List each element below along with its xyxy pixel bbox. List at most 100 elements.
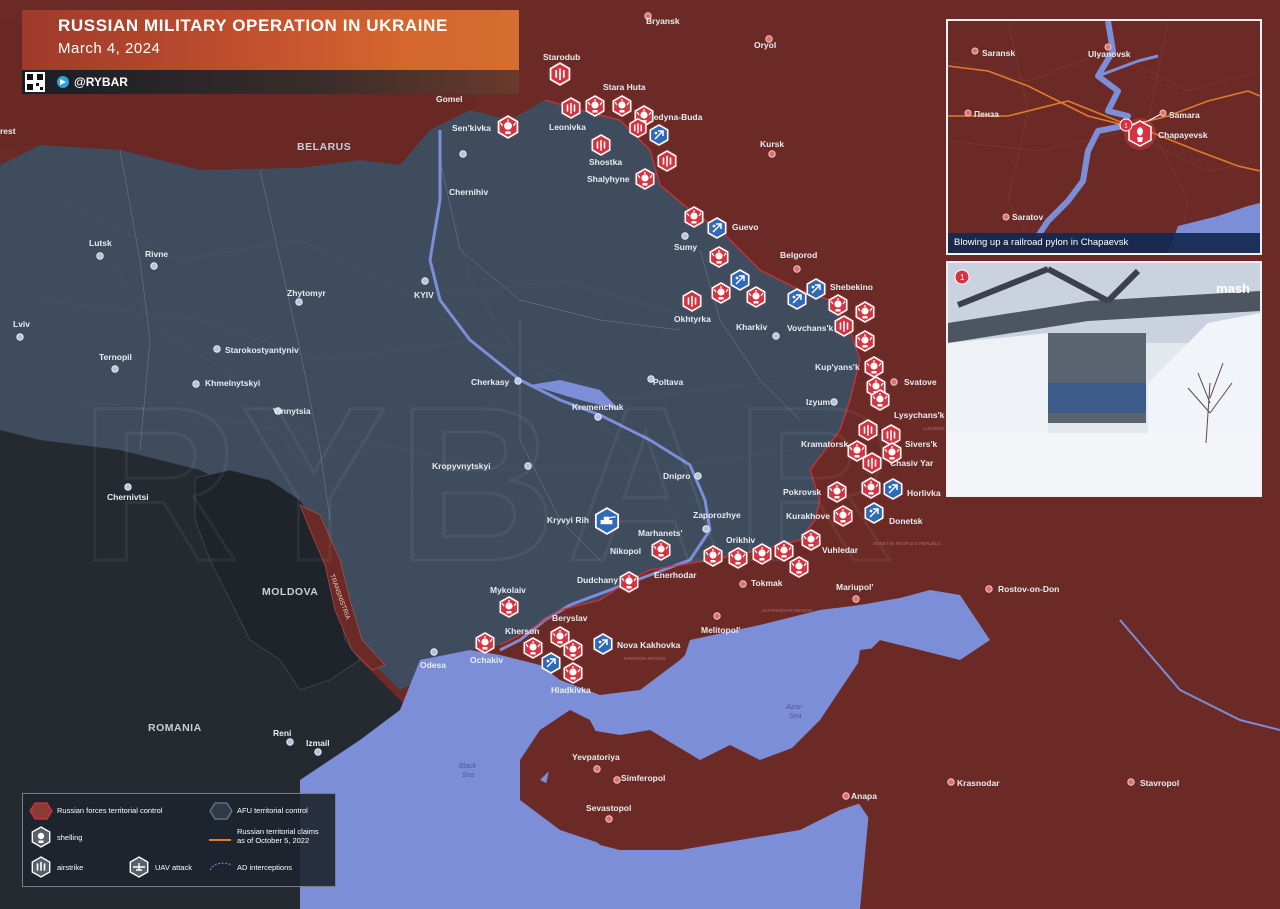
city-lutsk: Lutsk — [89, 238, 112, 248]
city-khmelnytskyi: Khmelnytskyi — [205, 378, 260, 388]
city-vuhledar: Vuhledar — [822, 545, 859, 555]
svg-text:RYBAR: RYBAR — [80, 361, 904, 607]
legend-ad: AD interceptions — [237, 863, 293, 872]
inset-city-penza: Пенза — [974, 109, 999, 119]
city-rivne: Rivne — [145, 249, 168, 259]
city-kyiv: KYIV — [414, 290, 434, 300]
marker-orikhiv-1 — [701, 544, 725, 568]
city-chernihiv: Chernihiv — [449, 187, 488, 197]
city-kupyansk: Kup'yans'k — [815, 362, 860, 372]
label-zaporozhye-region: ZAPOROZHYE REGION — [762, 608, 812, 613]
inset-city-saratov: Saratov — [1012, 212, 1043, 222]
inset-caption: Blowing up a railroad pylon in Chapaevsk — [948, 233, 1260, 253]
inset-city-ulyanovsk: Ulyanovsk — [1088, 49, 1131, 59]
legend-afu-control: AFU territorial control — [237, 806, 308, 815]
city-kropyvnytskyi: Kropyvnytskyi — [432, 461, 491, 471]
city-krasnodar: Krasnodar — [957, 778, 1000, 788]
marker-seredyna-3 — [627, 117, 649, 139]
city-izyum: Izyum — [806, 397, 831, 407]
russian-control-icon — [29, 802, 53, 820]
city-guevo: Guevo — [732, 222, 758, 232]
marker-shostka — [589, 133, 613, 157]
city-chernivtsi: Chernivtsi — [107, 492, 149, 502]
city-dnipro: Dnipro — [663, 471, 690, 481]
afu-control-icon — [209, 802, 233, 820]
city-kharkiv: Kharkiv — [736, 322, 767, 332]
city-horlivka: Horlivka — [907, 488, 941, 498]
label-dpr: DONETSK PEOPLE'S REPUBLIC — [873, 541, 942, 546]
label-kherson-region: KHERSON REGION — [624, 656, 665, 661]
city-orikhiv: Orikhiv — [726, 535, 756, 545]
label-belarus: BELARUS — [297, 141, 351, 153]
city-cherkasy: Cherkasy — [471, 377, 510, 387]
city-siversk: Sivers'k — [905, 439, 938, 449]
marker-ochakiv — [473, 631, 497, 655]
city-donetsk: Donetsk — [889, 516, 923, 526]
city-nova-kakhovka: Nova Kakhovka — [617, 640, 681, 650]
city-sevastopol: Sevastopol — [586, 803, 631, 813]
city-ochakiv: Ochakiv — [470, 655, 503, 665]
inset-map-canvas: 1 Saransk Ulyanovsk Пенза Samara Chapaye… — [948, 21, 1260, 253]
marker-horlivka-1 — [859, 476, 883, 500]
marker-hladkivka-1 — [539, 651, 563, 675]
marker-nova-kakhovka — [591, 632, 615, 656]
marker-shebekino-3 — [826, 293, 850, 317]
mash-watermark: mash — [1216, 281, 1250, 296]
svg-text:1: 1 — [1124, 123, 1128, 130]
page-title: RUSSIAN MILITARY OPERATION IN UKRAINE — [58, 16, 448, 35]
city-poltava: Poltava — [653, 377, 684, 387]
city-starodub: Starodub — [543, 52, 580, 62]
channel-handle[interactable]: @RYBAR — [74, 75, 128, 89]
city-simferopol: Simferopol — [621, 773, 665, 783]
airstrike-icon — [31, 856, 51, 878]
city-shalyhyne: Shalyhyne — [587, 174, 630, 184]
city-kramatorsk: Kramatorsk — [801, 439, 849, 449]
marker-chasiv-2 — [860, 451, 884, 475]
inset-photo: 1 mash — [946, 261, 1262, 497]
marker-kramatorsk — [856, 418, 880, 442]
marker-kryvyi-rih — [592, 506, 622, 536]
header-banner: RUSSIAN MILITARY OPERATION IN UKRAINE Ma… — [22, 10, 519, 70]
city-leonivka: Leonivka — [549, 122, 586, 132]
city-shebekino: Shebekino — [830, 282, 873, 292]
photo-badge-icon: 1 — [954, 269, 970, 285]
city-vovchansk: Vovchans'k — [787, 323, 834, 333]
city-lysychansk: Lysychans'k — [894, 410, 945, 420]
city-rostov: Rostov-on-Don — [998, 584, 1059, 594]
marker-orikhiv-3 — [750, 542, 774, 566]
marker-hladkivka-3 — [561, 661, 585, 685]
marker-shalyhyne-1 — [655, 149, 679, 173]
city-kurakhove: Kurakhove — [786, 511, 830, 521]
marker-guevo-2 — [705, 216, 729, 240]
city-kremenchuk: Kremenchuk — [572, 402, 624, 412]
page-date: March 4, 2024 — [58, 40, 161, 57]
city-zaporozhye: Zaporozhye — [693, 510, 741, 520]
legend-airstrike: airstrike — [57, 863, 84, 872]
city-pokrovsk: Pokrovsk — [783, 487, 822, 497]
marker-kharkiv — [744, 285, 768, 309]
city-kursk: Kursk — [760, 139, 784, 149]
marker-shebekino-4 — [853, 300, 877, 324]
city-anapa: Anapa — [851, 791, 877, 801]
city-kryvyi-rih: Kryvyi Rih — [547, 515, 589, 525]
marker-svatove — [868, 388, 892, 412]
city-yevpatoriya: Yevpatoriya — [572, 752, 620, 762]
marker-vovchansk — [832, 314, 856, 338]
marker-starodub — [547, 61, 573, 87]
marker-sumy — [707, 245, 731, 269]
marker-shebekino-2 — [804, 277, 828, 301]
city-shostka: Shostka — [589, 157, 622, 167]
marker-kurakhove — [831, 504, 855, 528]
marker-orikhiv-2 — [726, 546, 750, 570]
marker-shalyhyne-2 — [633, 167, 657, 191]
city-enerhodar: Enerhodar — [654, 570, 697, 580]
marker-guevo-1 — [682, 205, 706, 229]
inset-city-samara: Samara — [1169, 110, 1200, 120]
city-reni: Reni — [273, 728, 291, 738]
qr-code-icon[interactable] — [25, 72, 45, 92]
marker-dudchany — [617, 570, 641, 594]
city-izmail: Izmail — [306, 738, 330, 748]
telegram-icon[interactable] — [57, 76, 69, 88]
city-svatove: Svatove — [904, 377, 937, 387]
marker-vuhledar — [799, 528, 823, 552]
